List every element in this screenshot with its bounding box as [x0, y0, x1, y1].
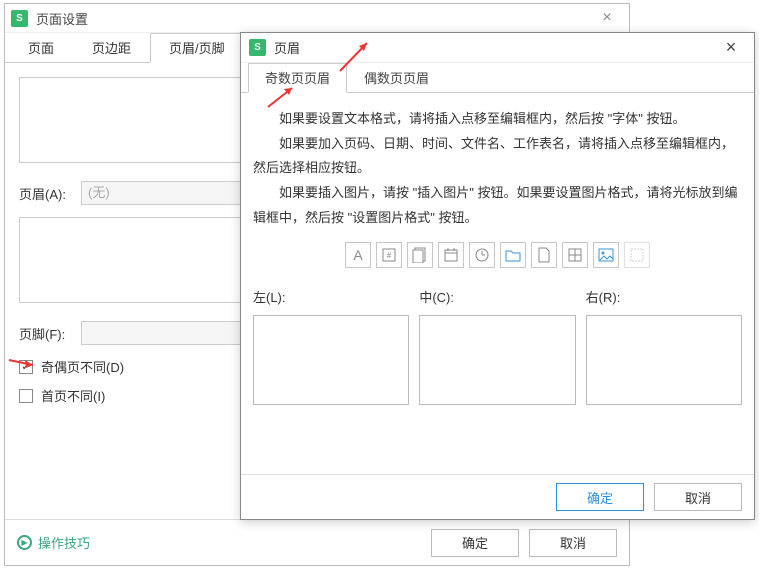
- checkbox-icon: ✓: [19, 360, 33, 374]
- play-icon: ▶: [17, 535, 32, 550]
- right-label: 右(R):: [586, 286, 742, 311]
- header-dialog-title: 页眉: [274, 38, 716, 57]
- page-setup-titlebar: S 页面设置 ×: [5, 4, 629, 33]
- tips-label: 操作技巧: [38, 533, 90, 552]
- center-input[interactable]: [419, 315, 575, 405]
- tab-even-page-header[interactable]: 偶数页页眉: [347, 63, 446, 93]
- instruction-text-2: 如果要加入页码、日期、时间、文件名、工作表名，请将插入点移至编辑框内，然后选择相…: [253, 132, 742, 181]
- file-name-icon[interactable]: [531, 242, 557, 268]
- app-logo-icon: S: [11, 10, 28, 27]
- header-dialog-body: 如果要设置文本格式，请将插入点移至编辑框内，然后按 "字体" 按钮。 如果要加入…: [241, 93, 754, 415]
- footer-label: 页脚(F):: [19, 324, 81, 343]
- header-dialog-tabs: 奇数页页眉 偶数页页眉: [241, 63, 754, 93]
- header-dialog: S 页眉 × 奇数页页眉 偶数页页眉 如果要设置文本格式，请将插入点移至编辑框内…: [240, 32, 755, 520]
- tab-page[interactable]: 页面: [9, 33, 73, 63]
- tab-odd-page-header[interactable]: 奇数页页眉: [248, 63, 347, 93]
- left-section: 左(L):: [253, 286, 409, 405]
- date-icon[interactable]: [438, 242, 464, 268]
- tab-margins[interactable]: 页边距: [73, 33, 150, 63]
- page-setup-footer: ▶ 操作技巧 确定 取消: [5, 519, 629, 565]
- left-label: 左(L):: [253, 286, 409, 311]
- tab-header-footer[interactable]: 页眉/页脚: [150, 33, 244, 63]
- right-section: 右(R):: [586, 286, 742, 405]
- cancel-button[interactable]: 取消: [654, 483, 742, 511]
- header-label: 页眉(A):: [19, 184, 81, 203]
- close-icon[interactable]: ×: [591, 9, 623, 27]
- center-label: 中(C):: [419, 286, 575, 311]
- sheet-name-icon[interactable]: [562, 242, 588, 268]
- font-icon[interactable]: A: [345, 242, 371, 268]
- hf-sections: 左(L): 中(C): 右(R):: [253, 286, 742, 405]
- header-dialog-footer: 确定 取消: [241, 474, 754, 519]
- page-number-icon[interactable]: #: [376, 242, 402, 268]
- left-input[interactable]: [253, 315, 409, 405]
- close-icon[interactable]: ×: [716, 37, 746, 58]
- header-dialog-titlebar: S 页眉 ×: [241, 33, 754, 63]
- svg-text:#: #: [387, 251, 392, 260]
- file-path-icon[interactable]: [500, 242, 526, 268]
- checkbox-first-page-label: 首页不同(I): [41, 386, 105, 405]
- instruction-text-3: 如果要插入图片，请按 "插入图片" 按钮。如果要设置图片格式，请将光标放到编辑框…: [253, 181, 742, 230]
- right-input[interactable]: [586, 315, 742, 405]
- cancel-button[interactable]: 取消: [529, 529, 617, 557]
- app-logo-icon: S: [249, 39, 266, 56]
- insert-picture-icon[interactable]: [593, 242, 619, 268]
- toolbar: A #: [253, 242, 742, 268]
- instruction-text-1: 如果要设置文本格式，请将插入点移至编辑框内，然后按 "字体" 按钮。: [253, 107, 742, 132]
- time-icon[interactable]: [469, 242, 495, 268]
- checkbox-odd-even-label: 奇偶页不同(D): [41, 357, 124, 376]
- checkbox-icon: [19, 389, 33, 403]
- ok-button[interactable]: 确定: [431, 529, 519, 557]
- ok-button[interactable]: 确定: [556, 483, 644, 511]
- page-count-icon[interactable]: [407, 242, 433, 268]
- format-picture-icon[interactable]: [624, 242, 650, 268]
- tips-link[interactable]: ▶ 操作技巧: [17, 533, 90, 552]
- center-section: 中(C):: [419, 286, 575, 405]
- page-setup-title: 页面设置: [36, 9, 591, 28]
